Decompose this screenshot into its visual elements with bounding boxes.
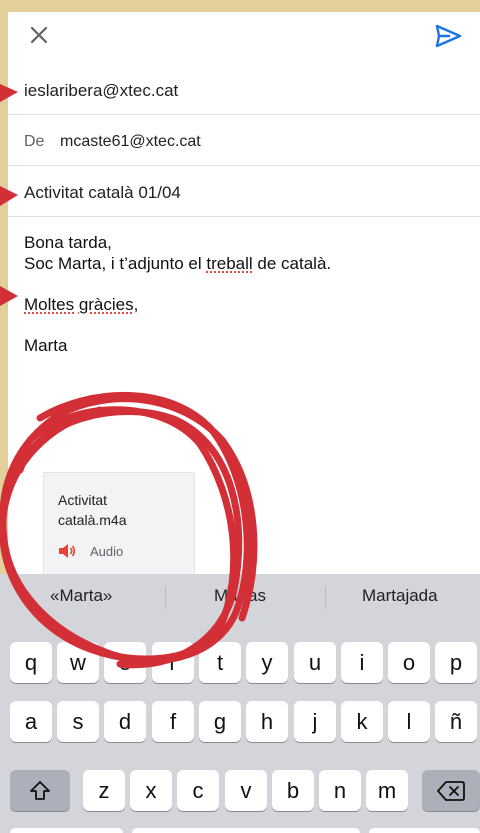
- close-icon: [30, 26, 48, 44]
- spellcheck-word[interactable]: gràcies: [79, 295, 134, 314]
- spellcheck-word[interactable]: Moltes: [24, 295, 74, 314]
- key-b[interactable]: b: [272, 770, 314, 811]
- return-key[interactable]: [369, 828, 480, 833]
- key-e[interactable]: e: [104, 642, 146, 683]
- attachment-name: Activitat català.m4a: [58, 490, 126, 530]
- body-text-segment: ,: [133, 295, 139, 314]
- spellcheck-word[interactable]: treball: [206, 254, 252, 273]
- from-address: mcaste61@xtec.cat: [60, 133, 201, 150]
- key-c[interactable]: c: [177, 770, 219, 811]
- from-label: De: [24, 133, 45, 150]
- suggestion-divider: [325, 586, 326, 610]
- key-n-tilde[interactable]: ñ: [435, 701, 477, 742]
- compose-toolbar: [8, 12, 480, 64]
- key-i[interactable]: i: [341, 642, 383, 683]
- key-x[interactable]: x: [130, 770, 172, 811]
- key-k[interactable]: k: [341, 701, 383, 742]
- numbers-key[interactable]: [10, 828, 123, 833]
- key-l[interactable]: l: [388, 701, 430, 742]
- close-button[interactable]: [24, 20, 56, 52]
- attachment-name-line: Activitat: [58, 492, 108, 508]
- key-a[interactable]: a: [10, 701, 52, 742]
- shift-icon: [30, 780, 50, 800]
- to-field[interactable]: ieslaribera@xtec.cat: [8, 64, 480, 115]
- key-n[interactable]: n: [319, 770, 361, 811]
- speaker-icon: [59, 544, 76, 558]
- suggestion-2[interactable]: Martas: [214, 586, 266, 606]
- body-thanks: Moltes gràcies,: [24, 294, 331, 315]
- suggestion-1[interactable]: «Marta»: [50, 586, 112, 606]
- shift-key[interactable]: [10, 770, 70, 811]
- keyboard: «Marta» Martas Martajada q w e r t y u i…: [0, 574, 480, 833]
- key-j[interactable]: j: [294, 701, 336, 742]
- key-v[interactable]: v: [225, 770, 267, 811]
- message-body[interactable]: Bona tarda, Soc Marta, i t’adjunto el tr…: [24, 232, 331, 356]
- key-t[interactable]: t: [199, 642, 241, 683]
- send-icon: [435, 24, 462, 48]
- attachment-name-line: català.m4a: [58, 512, 127, 528]
- backspace-key[interactable]: [422, 770, 480, 811]
- body-signature: Marta: [24, 336, 68, 355]
- subject-text: Activitat català 01/04: [24, 183, 181, 202]
- to-recipient: ieslaribera@xtec.cat: [24, 81, 179, 100]
- backspace-icon: [437, 780, 465, 801]
- send-button[interactable]: [432, 20, 464, 52]
- body-line: Soc Marta, i t’adjunto el treball de cat…: [24, 253, 331, 274]
- key-s[interactable]: s: [57, 701, 99, 742]
- attachment-card[interactable]: Activitat català.m4a Audio: [43, 472, 195, 576]
- body-text-segment: Soc Marta, i t’adjunto el: [24, 254, 207, 273]
- key-h[interactable]: h: [246, 701, 288, 742]
- key-q[interactable]: q: [10, 642, 52, 683]
- key-p[interactable]: p: [435, 642, 477, 683]
- suggestion-3[interactable]: Martajada: [362, 586, 438, 606]
- subject-field[interactable]: Activitat català 01/04: [8, 166, 480, 217]
- key-y[interactable]: y: [246, 642, 288, 683]
- suggestion-bar: «Marta» Martas Martajada: [0, 574, 480, 620]
- key-f[interactable]: f: [152, 701, 194, 742]
- body-greeting: Bona tarda,: [24, 233, 112, 252]
- key-r[interactable]: r: [152, 642, 194, 683]
- suggestion-divider: [165, 586, 166, 610]
- key-m[interactable]: m: [366, 770, 408, 811]
- key-d[interactable]: d: [104, 701, 146, 742]
- attachment-type-label: Audio: [90, 544, 124, 559]
- key-z[interactable]: z: [83, 770, 125, 811]
- key-u[interactable]: u: [294, 642, 336, 683]
- from-field[interactable]: De mcaste61@xtec.cat: [8, 115, 480, 166]
- body-text-segment: de català.: [252, 254, 332, 273]
- key-o[interactable]: o: [388, 642, 430, 683]
- key-w[interactable]: w: [57, 642, 99, 683]
- space-key[interactable]: [132, 828, 360, 833]
- key-g[interactable]: g: [199, 701, 241, 742]
